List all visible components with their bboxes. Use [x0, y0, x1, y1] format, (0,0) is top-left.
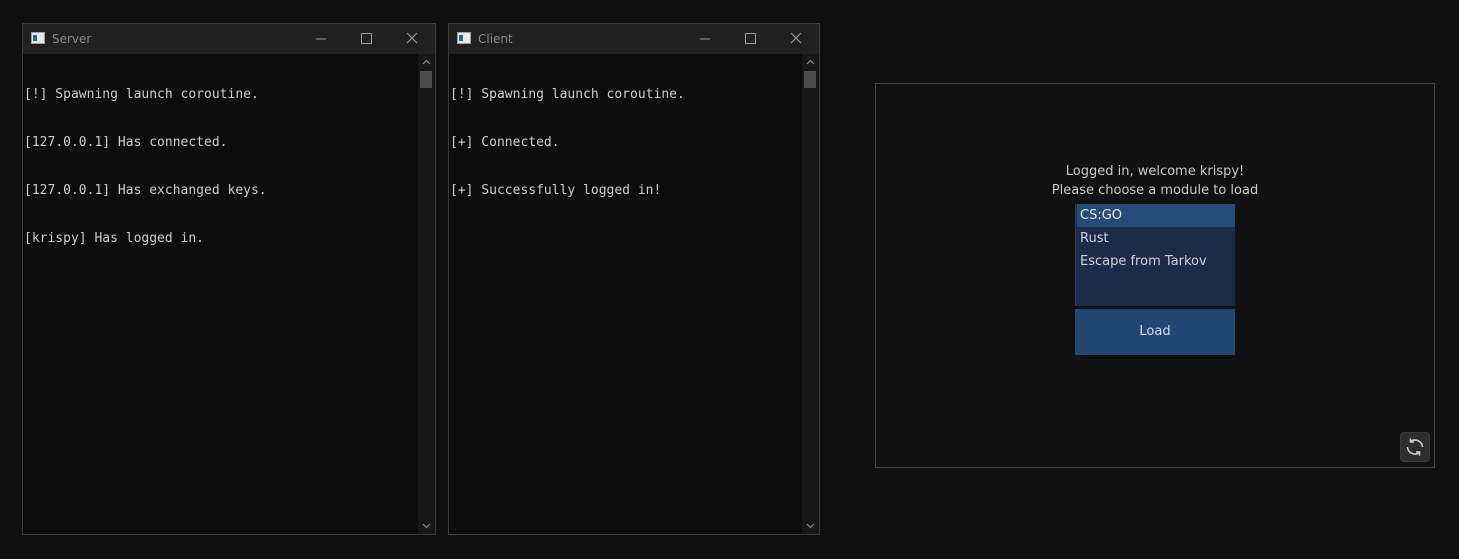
module-item-escape-from-tarkov[interactable]: Escape from Tarkov: [1077, 250, 1235, 273]
welcome-message: Logged in, welcome krispy!: [1065, 164, 1245, 179]
client-scrollbar[interactable]: [802, 54, 819, 534]
server-window-title: Server: [52, 32, 92, 46]
load-button[interactable]: Load: [1075, 309, 1235, 355]
client-console-output[interactable]: [!] Spawning launch coroutine. [+] Conne…: [449, 54, 802, 534]
console-line: [krispy] Has logged in.: [24, 231, 205, 246]
module-prompt: Please choose a module to load: [1051, 183, 1259, 198]
server-scrollbar[interactable]: [418, 54, 435, 534]
console-line: [127.0.0.1] Has connected.: [24, 135, 228, 150]
server-console-output[interactable]: [!] Spawning launch coroutine. [127.0.0.…: [23, 54, 418, 534]
server-console-window: Server [!] Spawning launch coroutine. [1…: [22, 23, 436, 535]
client-window-title: Client: [478, 32, 513, 46]
server-titlebar[interactable]: Server: [23, 24, 435, 54]
console-line: [+] Connected.: [450, 135, 560, 150]
client-titlebar[interactable]: Client: [449, 24, 819, 54]
scrollbar-thumb[interactable]: [804, 71, 816, 88]
console-line: [!] Spawning launch coroutine.: [24, 87, 259, 102]
console-app-icon: [457, 32, 471, 44]
scroll-up-icon[interactable]: [418, 54, 435, 71]
scroll-down-icon[interactable]: [802, 517, 819, 534]
maximize-icon[interactable]: [344, 24, 388, 54]
loader-panel: Logged in, welcome krispy! Please choose…: [875, 83, 1435, 468]
close-icon[interactable]: [774, 24, 818, 54]
module-item-rust[interactable]: Rust: [1077, 227, 1235, 250]
scrollbar-thumb[interactable]: [420, 71, 432, 88]
module-item-csgo[interactable]: CS:GO: [1077, 204, 1235, 227]
minimize-icon[interactable]: [299, 24, 343, 54]
client-console-window: Client [!] Spawning launch coroutine. [+…: [448, 23, 820, 535]
scroll-down-icon[interactable]: [418, 517, 435, 534]
console-app-icon: [31, 32, 45, 44]
refresh-icon: [1406, 438, 1424, 456]
scroll-up-icon[interactable]: [802, 54, 819, 71]
console-line: [127.0.0.1] Has exchanged keys.: [24, 183, 267, 198]
module-list[interactable]: CS:GO Rust Escape from Tarkov: [1075, 204, 1235, 306]
console-line: [!] Spawning launch coroutine.: [450, 87, 685, 102]
refresh-button[interactable]: [1400, 432, 1430, 462]
close-icon[interactable]: [390, 24, 434, 54]
maximize-icon[interactable]: [728, 24, 772, 54]
console-line: [+] Successfully logged in!: [450, 183, 662, 198]
minimize-icon[interactable]: [683, 24, 727, 54]
